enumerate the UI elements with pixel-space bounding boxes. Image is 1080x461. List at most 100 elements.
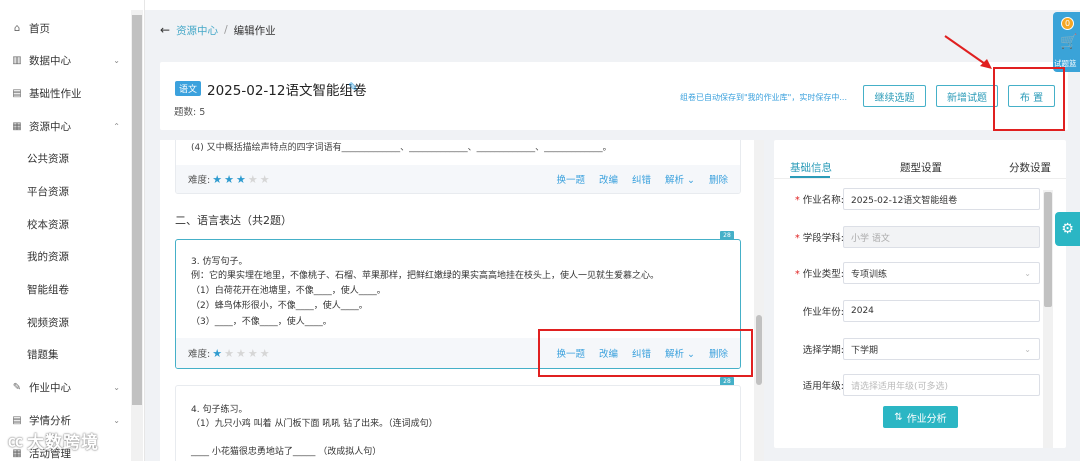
grade-select[interactable]: 请选择适用年级(可多选) — [843, 374, 1040, 396]
sidebar-subitem-platform[interactable]: 平台资源 — [27, 181, 69, 201]
question-card[interactable]: 4. 句子练习。 （1）九只小鸡 叫着 从门板下面 吼吼 钻了出来。（连词成句）… — [175, 385, 741, 461]
sidebar-item-label: 首页 — [29, 22, 50, 35]
field-homework-name: * 作业名称: 2025-02-12语文智能组卷 — [774, 188, 1044, 210]
star-icon: ★ — [212, 172, 223, 186]
settings-panel-scrollbar[interactable] — [1043, 190, 1053, 448]
back-arrow-icon[interactable]: ← — [160, 23, 170, 37]
required-mark: * — [795, 269, 800, 280]
watermark: ㏄大数跨境 — [8, 428, 99, 453]
report-error-button[interactable]: 纠错 — [632, 346, 651, 360]
homework-analysis-button[interactable]: ⇅ 作业分析 — [883, 406, 958, 428]
question-footer: 难度: ★ ★ ★ ★ ★ 换一题 改编 纠错 解析 ⌄ 删除 — [176, 338, 740, 368]
chart-icon: ▥ — [12, 54, 22, 66]
settings-panel: 基础信息 题型设置 分数设置 * 作业名称: 2025-02-12语文智能组卷 *… — [774, 140, 1066, 448]
sidebar-item-basic-homework[interactable]: ▤ 基础性作业 — [0, 83, 130, 103]
tab-basic-info[interactable]: 基础信息 — [790, 160, 832, 175]
tab-question-type[interactable]: 题型设置 — [900, 160, 942, 175]
analysis-button[interactable]: 解析 ⌄ — [665, 346, 695, 360]
basket-label: 试题篮 — [1054, 59, 1077, 68]
difficulty-label: 难度: — [188, 175, 211, 186]
breadcrumb: ← 资源中心 / 编辑作业 — [160, 20, 276, 40]
button-label: 作业分析 — [906, 413, 947, 425]
breadcrumb-resource-center[interactable]: 资源中心 — [176, 23, 218, 38]
question-actions: 换一题 改编 纠错 解析 ⌄ 删除 — [556, 165, 728, 193]
required-mark: * — [795, 195, 800, 206]
sidebar-item-home[interactable]: ⌂ 首页 — [0, 18, 130, 38]
question-card[interactable]: 3. 仿写句子。 例：它的果实埋在地里，不像桃子、石榴、苹果那样，把鲜红嫩绿的果… — [175, 239, 741, 369]
sidebar-subitem-wrong-questions[interactable]: 错题集 — [27, 344, 59, 364]
settings-scrollbar-thumb[interactable] — [1044, 192, 1052, 307]
question-text: （2）蜂鸟体形很小，不像____，使人____。 — [191, 301, 368, 311]
tab-score-settings[interactable]: 分数设置 — [1009, 160, 1051, 175]
sidebar-scrollbar-thumb[interactable] — [132, 15, 142, 405]
section-title: 二、语言表达（共2题） — [175, 214, 292, 227]
question-text: （3）____，不像____，使人____。 — [191, 317, 332, 327]
pencil-icon[interactable]: ✎ — [348, 80, 358, 94]
homework-year-input[interactable]: 2024 — [843, 300, 1040, 322]
report-error-button[interactable]: 纠错 — [632, 172, 651, 186]
delete-button[interactable]: 删除 — [709, 172, 728, 186]
star-icon: ★ — [247, 172, 258, 186]
home-icon: ⌂ — [13, 22, 21, 34]
add-question-button[interactable]: 新增试题 — [936, 85, 998, 107]
adapt-button[interactable]: 改编 — [599, 172, 618, 186]
basket-count-badge: 0 — [1061, 17, 1074, 30]
sidebar-scrollbar[interactable] — [131, 10, 143, 461]
question-text: (4) 又中概括描绘声特点的四字词语有_____________、_______… — [191, 143, 612, 153]
field-label: 作业年份: — [802, 307, 844, 318]
field-grade: 适用年级: 请选择适用年级(可多选) — [774, 374, 1044, 396]
star-icon: ★ — [224, 172, 234, 186]
replace-button[interactable]: 换一题 — [556, 346, 585, 360]
sidebar-subitem-school[interactable]: 校本资源 — [27, 214, 69, 234]
sidebar-item-homework-center[interactable]: ✎ 作业中心 ⌄ — [0, 377, 130, 397]
question-list: (4) 又中概括描绘声特点的四字词语有_____________、_______… — [160, 140, 764, 461]
watermark-text: 大数跨境 — [27, 433, 100, 453]
question-text: 4. 句子练习。 — [191, 405, 248, 415]
homework-type-select[interactable]: 专项训练 ⌄ — [843, 262, 1040, 284]
field-semester: 选择学期: 下学期 ⌄ — [774, 338, 1044, 360]
field-stage-subject: * 学段学科: 小学 语文 — [774, 226, 1044, 248]
cart-icon: 🛒 — [1060, 34, 1078, 50]
breadcrumb-current: 编辑作业 — [233, 24, 276, 37]
delete-button[interactable]: 删除 — [709, 346, 728, 360]
field-homework-year: 作业年份: 2024 — [774, 300, 1044, 322]
question-footer: 难度: ★ ★ ★ ★ ★ 换一题 改编 纠错 解析 ⌄ 删除 — [176, 165, 740, 193]
sidebar-subitem-public[interactable]: 公共资源 — [27, 148, 69, 168]
semester-select[interactable]: 下学期 ⌄ — [843, 338, 1040, 360]
tab-divider — [774, 178, 1066, 179]
replace-button[interactable]: 换一题 — [556, 172, 585, 186]
required-mark: * — [795, 233, 800, 244]
question-text: （1）白荷花开在池塘里，不像____，使人____。 — [191, 286, 386, 296]
question-list-scrollbar[interactable] — [754, 140, 764, 461]
question-count: 题数: 5 — [174, 107, 206, 118]
sidebar-item-data-center[interactable]: ▥ 数据中心 ⌄ — [0, 50, 130, 70]
sidebar-subitem-video[interactable]: 视频资源 — [27, 312, 69, 332]
publish-button[interactable]: 布 置 — [1008, 85, 1055, 107]
gear-icon[interactable]: ⚙ — [1055, 212, 1080, 246]
question-actions: 换一题 改编 纠错 解析 ⌄ 删除 — [556, 338, 728, 368]
analysis-icon: ⇅ — [894, 411, 903, 423]
sidebar-item-label: 基础性作业 — [29, 87, 82, 100]
field-label: 适用年级: — [802, 381, 844, 392]
adapt-button[interactable]: 改编 — [599, 346, 618, 360]
chevron-down-icon: ⌄ — [113, 415, 120, 425]
stage-subject-input: 小学 语文 — [843, 226, 1040, 248]
difficulty-label: 难度: — [188, 349, 211, 360]
continue-select-button[interactable]: 继续选题 — [863, 85, 926, 107]
sidebar-subitem-smart-paper[interactable]: 智能组卷 — [27, 279, 69, 299]
field-label: 选择学期: — [802, 345, 844, 356]
star-icon: ★ — [235, 346, 246, 360]
analysis-button[interactable]: 解析 ⌄ — [665, 172, 695, 186]
sidebar-subitem-mine[interactable]: 我的资源 — [27, 246, 69, 266]
sidebar-item-analysis[interactable]: ▤ 学情分析 ⌄ — [0, 410, 130, 430]
homework-name-input[interactable]: 2025-02-12语文智能组卷 — [843, 188, 1040, 210]
star-icon: ★ — [259, 346, 270, 360]
sidebar-item-resource-center[interactable]: ▦ 资源中心 ⌃ — [0, 116, 130, 136]
question-list-scrollbar-thumb[interactable] — [756, 315, 762, 385]
star-icon: ★ — [259, 172, 270, 186]
question-basket[interactable]: 0 🛒 试题篮 — [1053, 12, 1080, 72]
star-icon: ★ — [247, 346, 258, 360]
app-root: ⌂ 首页 ▥ 数据中心 ⌄ ▤ 基础性作业 ▦ 资源中心 ⌃ 公共资源 平台资源… — [0, 0, 1080, 461]
document-icon: ▤ — [12, 87, 22, 99]
field-label: * 作业名称: — [795, 195, 844, 206]
